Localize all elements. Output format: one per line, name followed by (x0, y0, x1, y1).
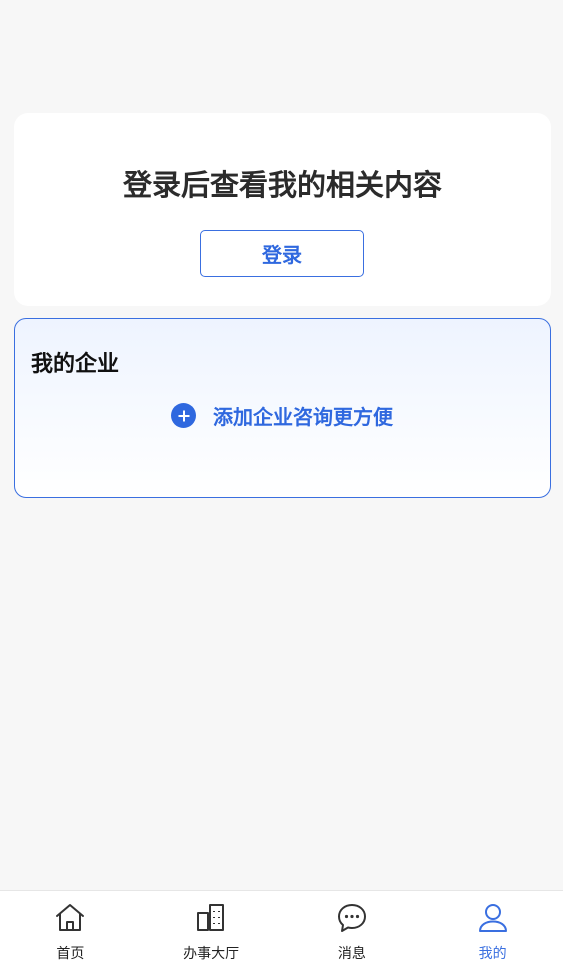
home-icon (56, 904, 85, 931)
tab-mine[interactable]: 我的 (422, 891, 563, 971)
tab-service-hall[interactable]: 办事大厅 (141, 891, 282, 971)
enterprise-title: 我的企业 (31, 352, 120, 377)
login-card: 登录后查看我的相关内容 登录 (14, 113, 551, 306)
chat-icon (337, 904, 366, 932)
tab-service-hall-label: 办事大厅 (183, 946, 240, 962)
plus-circle-icon (171, 403, 196, 428)
tab-messages-label: 消息 (337, 946, 366, 962)
bottom-tab-bar: 首页 办事大厅 消息 我的 (0, 890, 563, 971)
building-icon (197, 904, 225, 931)
user-icon (478, 904, 507, 932)
my-enterprise-card: 我的企业 添加企业咨询更方便 (14, 318, 551, 498)
add-enterprise-button[interactable]: 添加企业咨询更方便 (171, 401, 393, 430)
tab-home[interactable]: 首页 (0, 891, 141, 971)
add-enterprise-label: 添加企业咨询更方便 (213, 405, 393, 429)
login-prompt-title: 登录后查看我的相关内容 (122, 168, 442, 202)
tab-messages[interactable]: 消息 (282, 891, 423, 971)
tab-mine-label: 我的 (478, 946, 507, 962)
login-button[interactable]: 登录 (200, 230, 364, 277)
tab-home-label: 首页 (56, 946, 85, 962)
profile-page: 登录后查看我的相关内容 登录 我的企业 添加企业咨询更方便 首页 办事大厅 消息… (0, 0, 563, 971)
